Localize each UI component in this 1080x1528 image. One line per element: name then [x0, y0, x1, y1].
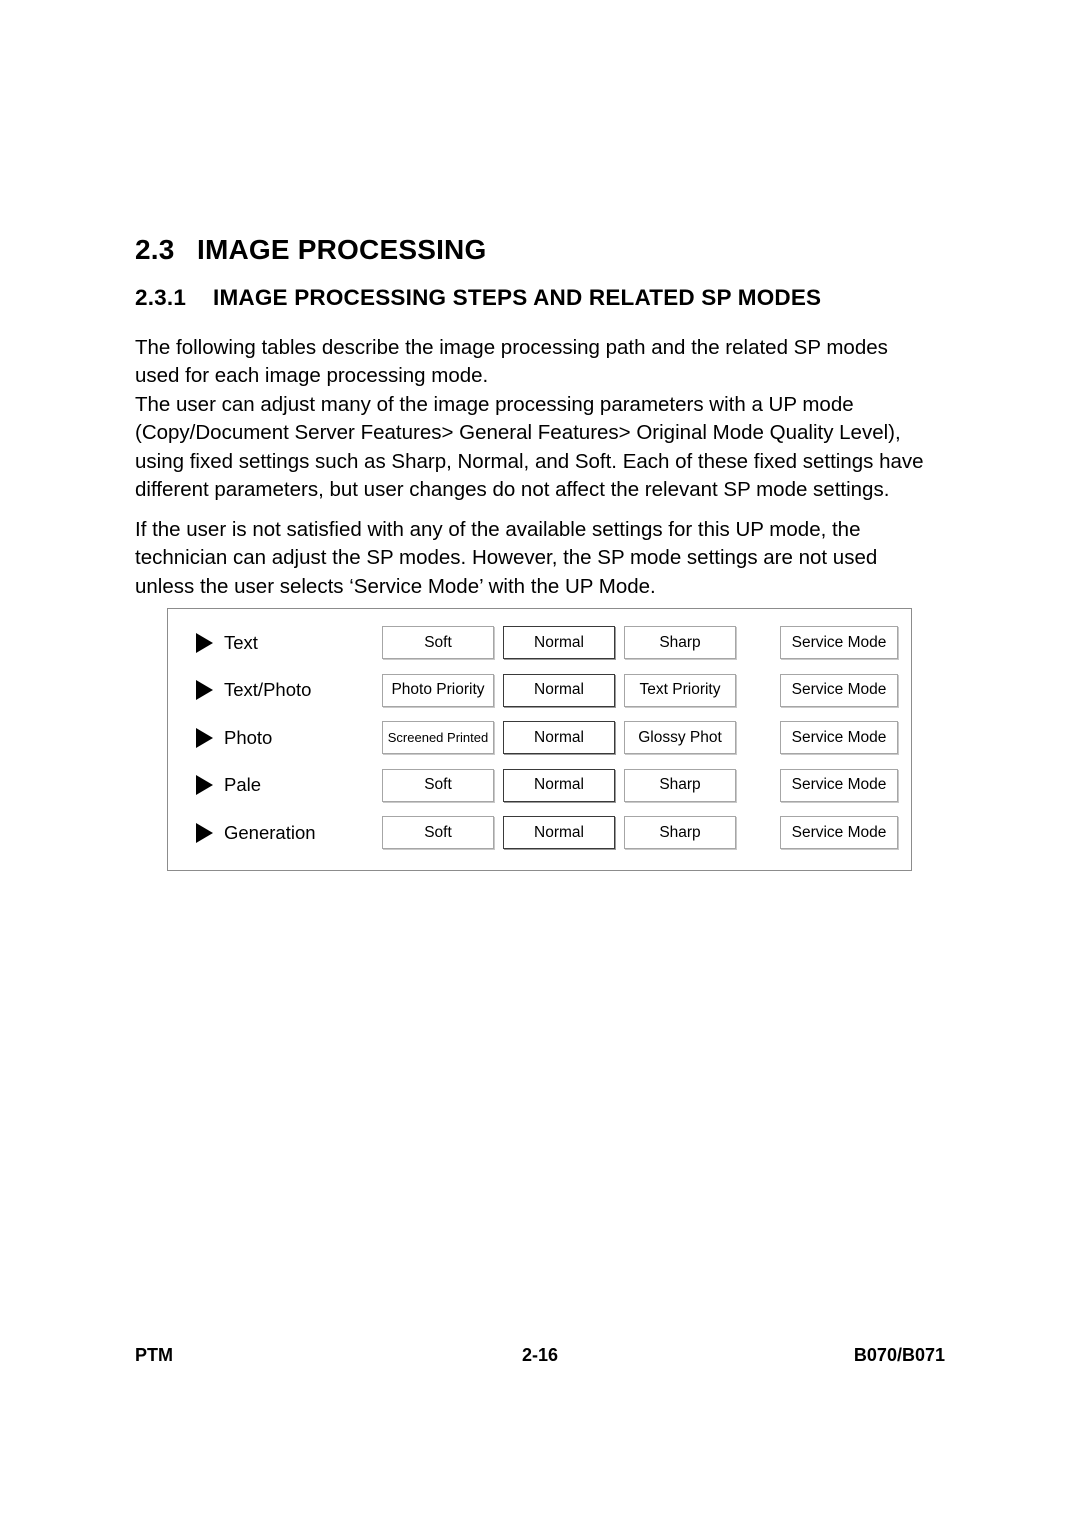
section-title: IMAGE PROCESSING: [197, 233, 487, 265]
mode-name: Generation: [224, 821, 316, 843]
subsection-title: 2.3.1 IMAGE PROCESSING STEPS AND RELATED …: [135, 285, 821, 311]
mode-option-button[interactable]: Normal: [503, 816, 615, 850]
mode-option-button[interactable]: Service Mode: [780, 673, 898, 707]
triangle-right-icon: [196, 680, 213, 701]
diagram-row: Pale Soft Normal Sharp Service Mode: [168, 768, 911, 802]
mode-name: Text: [224, 631, 258, 653]
mode-option-button[interactable]: Normal: [503, 626, 615, 659]
page-footer: PTM 2-16 B070/B071: [0, 1345, 1080, 1373]
mode-option-button[interactable]: Normal: [503, 721, 615, 755]
mode-name: Pale: [224, 774, 262, 796]
mode-row-label: Generation: [196, 816, 316, 849]
mode-option-button[interactable]: Screened Printed: [382, 721, 494, 755]
image-processing-modes-diagram: Text Soft Normal Sharp Service Mode Text/Phot…: [167, 608, 912, 871]
mode-option-button[interactable]: Service Mode: [780, 816, 898, 850]
mode-option-button[interactable]: Service Mode: [780, 721, 898, 755]
mode-option-button[interactable]: Glossy Phot: [624, 721, 736, 755]
mode-option-button[interactable]: Sharp: [624, 768, 736, 802]
footer-model-code: B070/B071: [853, 1345, 945, 1365]
diagram-row: Generation Soft Normal Sharp Service Mode: [168, 816, 911, 850]
mode-option-button[interactable]: Text Priority: [624, 673, 736, 707]
diagram-row: Text/Photo Photo Priority Normal Text Prior…: [168, 673, 911, 707]
body-paragraph-3: If the user is not satisfied with any of…: [135, 517, 878, 598]
mode-row-label: Text/Photo: [196, 674, 311, 707]
triangle-right-icon: [196, 632, 213, 653]
body-paragraph-1: The following tables describe the image …: [135, 335, 888, 388]
mode-name: Text/Photo: [224, 679, 312, 701]
body-paragraph-2: The user can adjust many of the image pr…: [135, 392, 924, 502]
mode-option-button[interactable]: Soft: [382, 816, 494, 850]
mode-option-button[interactable]: Sharp: [624, 816, 736, 850]
mode-name: Photo: [224, 726, 273, 748]
mode-option-button[interactable]: Normal: [503, 768, 615, 802]
mode-option-button[interactable]: Sharp: [624, 626, 736, 659]
triangle-right-icon: [196, 727, 213, 748]
mode-row-label: Pale: [196, 769, 261, 802]
mode-option-button[interactable]: Soft: [382, 768, 494, 802]
mode-option-button[interactable]: Service Mode: [780, 768, 898, 802]
subsection-number: 2.3.1: [135, 284, 187, 310]
triangle-right-icon: [196, 822, 213, 843]
diagram-row: Text Soft Normal Sharp Service Mode: [168, 626, 911, 659]
page-title: 2.3 IMAGE PROCESSING: [135, 234, 486, 266]
document-page: 2.3 IMAGE PROCESSING 2.3.1 IMAGE PROCESSIN…: [0, 0, 1080, 1528]
section-number: 2.3: [135, 233, 175, 265]
mode-row-label: Text: [196, 626, 258, 659]
mode-option-button[interactable]: Normal: [503, 673, 615, 707]
diagram-row: Photo Screened Printed Normal Glossy Phot Se…: [168, 721, 911, 755]
mode-option-button[interactable]: Soft: [382, 626, 494, 659]
mode-row-label: Photo: [196, 721, 272, 754]
triangle-right-icon: [196, 775, 213, 796]
mode-option-button[interactable]: Service Mode: [780, 626, 898, 659]
mode-option-button[interactable]: Photo Priority: [382, 673, 494, 707]
subsection-title-text: IMAGE PROCESSING STEPS AND RELATED SP MO…: [213, 284, 822, 310]
